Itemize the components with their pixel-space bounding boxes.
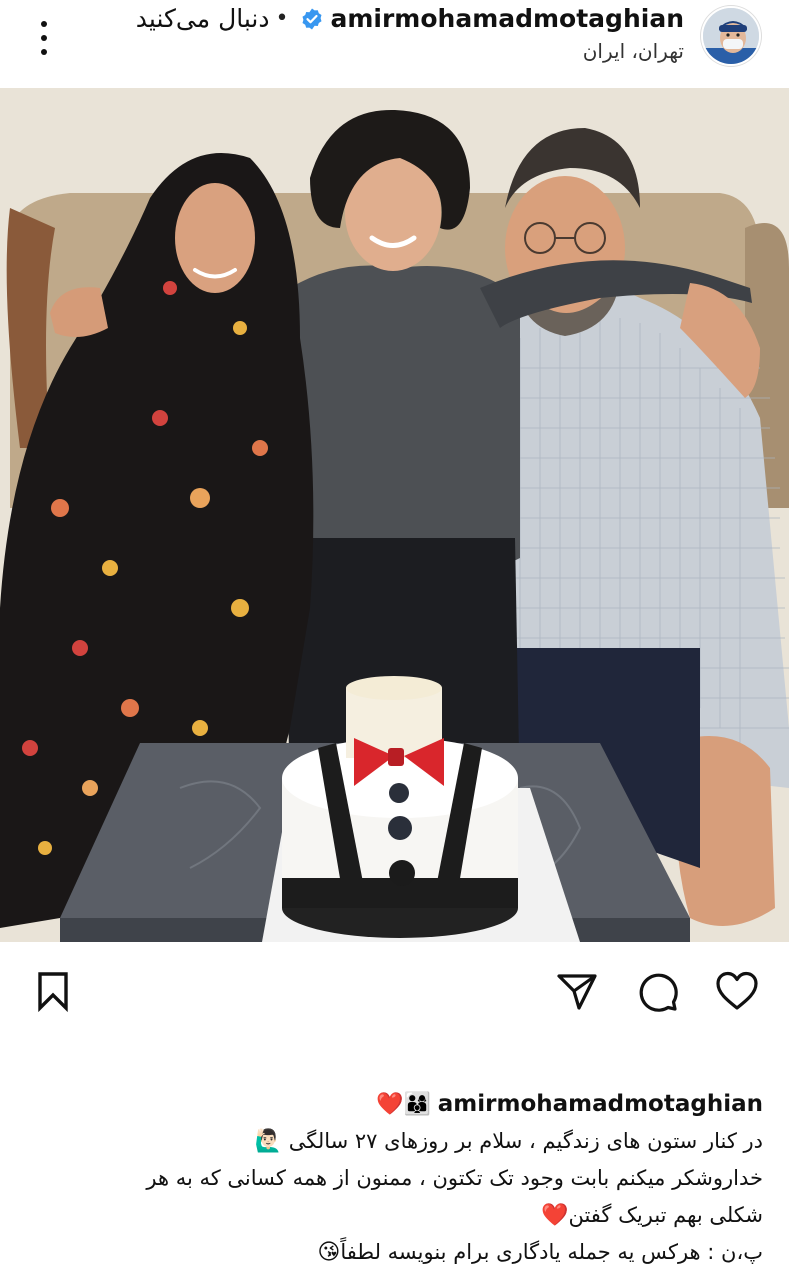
family-heart-emoji: 👨‍👩‍👦❤️	[376, 1092, 432, 1117]
red-heart-emoji: ❤️	[541, 1203, 569, 1228]
header-separator: •	[275, 6, 289, 31]
post-photo[interactable]	[0, 88, 789, 942]
save-button[interactable]	[28, 966, 78, 1016]
like-button[interactable]	[712, 966, 762, 1016]
caption-username[interactable]: amirmohamadmotaghian	[438, 1091, 763, 1117]
author-avatar[interactable]	[701, 6, 761, 66]
caption-line-4: پ،ن : هرکس یه جمله یادگاری برام بنویسه ل…	[317, 1240, 763, 1265]
caption-line-header: amirmohamadmotaghian 👨‍👩‍👦❤️	[23, 1086, 763, 1123]
kiss-emoji: 😘	[317, 1240, 341, 1265]
share-button[interactable]	[552, 966, 602, 1016]
caption-line-3: شکلی بهم تبریک گفتن❤️	[541, 1203, 763, 1228]
more-vertical-icon	[41, 21, 47, 27]
send-icon	[557, 974, 597, 1010]
person-raising-hand-emoji: 🙋🏻‍♂️	[254, 1129, 283, 1154]
comment-button[interactable]	[632, 966, 682, 1016]
header-title-line: amirmohamadmotaghian • دنبال می‌کنید	[84, 4, 684, 33]
header-text: amirmohamadmotaghian • دنبال می‌کنید تهر…	[84, 4, 684, 63]
post-caption: amirmohamadmotaghian 👨‍👩‍👦❤️ در کنار ستو…	[23, 1086, 763, 1271]
verified-badge-icon	[300, 7, 324, 31]
post-action-bar	[0, 942, 789, 1042]
bookmark-icon	[38, 972, 68, 1013]
caption-line-1: در کنار ستون های زندگیم ، سلام بر روزهای…	[254, 1129, 763, 1154]
comment-icon	[639, 973, 678, 1012]
following-button[interactable]: دنبال می‌کنید	[136, 4, 270, 33]
post-header: amirmohamadmotaghian • دنبال می‌کنید تهر…	[0, 0, 789, 86]
author-username[interactable]: amirmohamadmotaghian	[330, 4, 684, 33]
post-location[interactable]: تهران، ایران	[84, 39, 684, 63]
heart-icon	[716, 971, 758, 1010]
more-options-button[interactable]	[30, 18, 58, 58]
caption-line-2: خداروشکر میکنم بابت وجود تک تکتون ، ممنو…	[146, 1166, 763, 1190]
